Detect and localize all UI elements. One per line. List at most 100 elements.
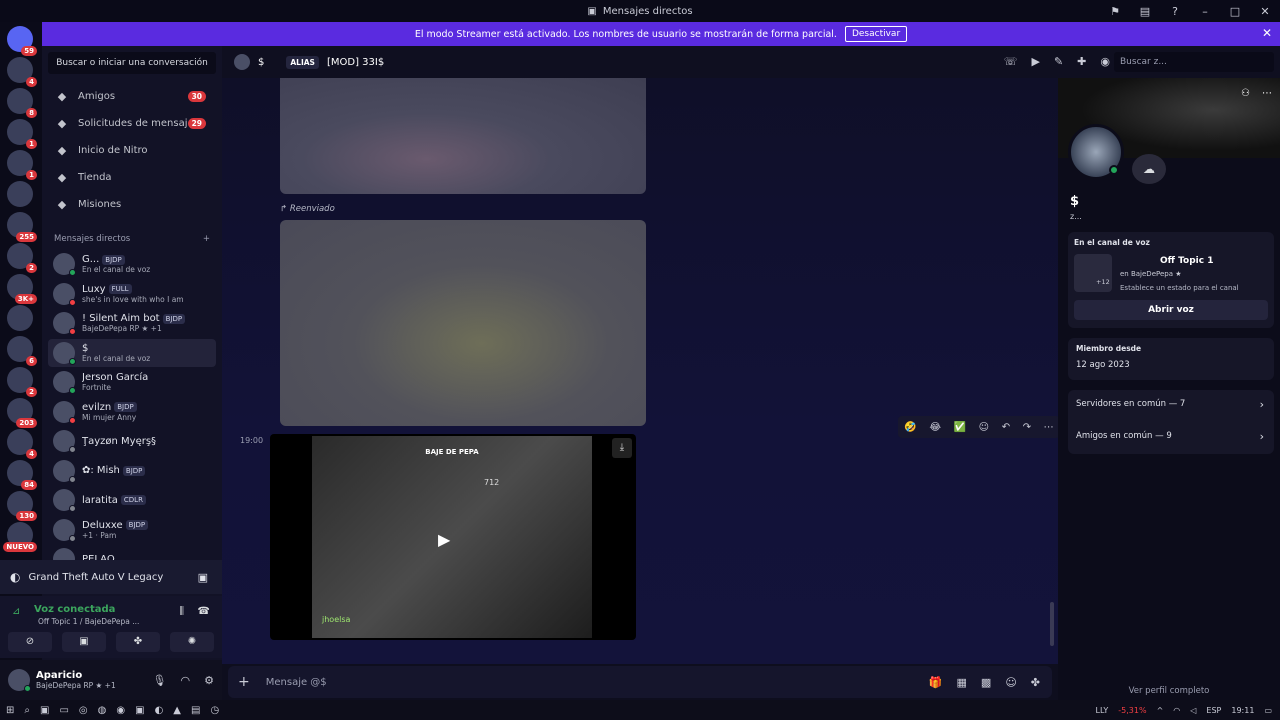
minimize-button[interactable]: – xyxy=(1190,5,1220,18)
server-icon[interactable]: 1 xyxy=(7,150,37,180)
dm-item[interactable]: Deluxxe BJDP +1 · Pam xyxy=(48,516,216,544)
video-attachment[interactable]: BAJE DE PEPA 712 ▶ jhoelsa ⤓ xyxy=(270,434,636,640)
noise-icon[interactable]: ⫼ xyxy=(179,606,184,617)
react-joy-icon[interactable]: 😂 xyxy=(929,422,941,433)
mic-icon[interactable]: 🎙 xyxy=(153,674,167,687)
screen-share-button[interactable]: ▣ xyxy=(62,632,106,652)
nav-item-inicio[interactable]: ◆ Inicio de Nitro xyxy=(48,138,216,162)
gif-icon[interactable]: ▦ xyxy=(957,676,967,689)
dm-item[interactable]: Luxy FULL she's in love with who I am xyxy=(48,280,216,308)
server-icon[interactable]: 2 xyxy=(7,243,37,273)
pin-icon[interactable]: ✎ xyxy=(1054,55,1063,68)
dm-item[interactable]: Ţayzøn Myęrş§ xyxy=(48,427,216,455)
emoji-icon[interactable]: ☺ xyxy=(1005,676,1016,689)
dm-item[interactable]: laratita CDLR xyxy=(48,486,216,514)
soundboard-button[interactable]: ✺ xyxy=(170,632,214,652)
add-friend-profile-icon[interactable]: ⚇ xyxy=(1241,88,1250,99)
add-reaction-icon[interactable]: ☺ xyxy=(979,422,989,433)
tray-chevron-icon[interactable]: ^ xyxy=(1157,706,1164,715)
notepad-icon[interactable]: ▤ xyxy=(191,705,200,716)
dm-item[interactable]: Jerson García Fortnite xyxy=(48,368,216,396)
user-avatar[interactable] xyxy=(8,669,31,692)
server-icon[interactable]: 2 xyxy=(7,367,37,397)
server-icon[interactable]: 1 xyxy=(7,119,37,149)
call-icon[interactable]: ☏ xyxy=(1004,55,1018,68)
header-search-input[interactable]: Buscar z... xyxy=(1114,52,1274,72)
server-icon[interactable] xyxy=(7,305,33,331)
forward-action-icon[interactable]: ↷ xyxy=(1023,422,1031,433)
voice-card-hint[interactable]: Establece un estado para el canal xyxy=(1120,284,1239,292)
game-activity[interactable]: ◐ Grand Theft Auto V Legacy ▣ xyxy=(0,560,222,594)
stream-icon[interactable]: ▣ xyxy=(198,571,208,584)
volume-icon[interactable]: ◁ xyxy=(1190,706,1196,715)
reply-icon[interactable]: ↶ xyxy=(1002,422,1010,433)
disconnect-icon[interactable]: ☎ xyxy=(198,606,210,617)
play-icon[interactable]: ▶ xyxy=(438,530,450,549)
flag-icon[interactable]: ⚑ xyxy=(1100,5,1130,18)
server-icon[interactable]: 4 xyxy=(7,57,37,87)
react-check-icon[interactable]: ✅ xyxy=(954,422,966,433)
steam-icon[interactable]: ◍ xyxy=(98,705,107,716)
video-call-icon[interactable]: ▶ xyxy=(1031,55,1039,68)
network-icon[interactable]: ◠ xyxy=(1173,706,1180,715)
headphones-icon[interactable]: ◠ xyxy=(181,674,191,687)
server-icon[interactable]: 84 xyxy=(7,460,37,490)
dm-item[interactable]: G... BJDP En el canal de voz xyxy=(48,250,216,278)
mutual-servers-link[interactable]: Servidores en común — 7 › xyxy=(1068,390,1274,418)
clock[interactable]: 19:11 xyxy=(1231,706,1254,715)
nav-item-amigos[interactable]: ◆ Amigos 30 xyxy=(48,84,216,108)
server-icon[interactable]: 4 xyxy=(7,429,37,459)
maximize-button[interactable]: □ xyxy=(1220,5,1250,18)
nav-item-solicitudes[interactable]: ◆ Solicitudes de mensaj... 29 xyxy=(48,111,216,135)
view-full-profile-link[interactable]: Ver perfil completo xyxy=(1058,686,1280,696)
blurred-image-1[interactable] xyxy=(280,78,646,194)
profile-toggle-icon[interactable]: ◉ xyxy=(1100,55,1110,68)
task-view-icon[interactable]: ▣ xyxy=(40,705,49,716)
windows-start-icon[interactable]: ⊞ xyxy=(6,705,14,716)
server-icon[interactable]: 130 xyxy=(7,491,37,521)
activities-button[interactable]: ✤ xyxy=(116,632,160,652)
profile-avatar[interactable] xyxy=(1068,124,1124,180)
more-icon[interactable]: ⋯ xyxy=(1044,422,1054,433)
settings-icon[interactable]: ⚙ xyxy=(204,674,214,687)
server-icon[interactable]: 6 xyxy=(7,336,37,366)
server-icon[interactable]: NUEVO xyxy=(3,522,37,552)
discord-taskbar-icon[interactable]: ▣ xyxy=(135,705,144,716)
composer-input[interactable]: Mensaje @$ xyxy=(266,677,327,688)
message-composer[interactable]: + Mensaje @$ 🎁 ▦ ▩ ☺ ✤ xyxy=(228,666,1052,698)
camera-off-button[interactable]: ⊘ xyxy=(8,632,52,652)
help-icon[interactable]: ? xyxy=(1160,5,1190,18)
whatsapp-icon[interactable]: ◎ xyxy=(79,705,88,716)
server-icon[interactable]: 203 xyxy=(7,398,37,428)
chrome-icon[interactable]: ◉ xyxy=(116,705,125,716)
download-icon[interactable]: ⤓ xyxy=(612,438,632,458)
search-icon[interactable]: ⌕ xyxy=(24,705,30,716)
voice-channel[interactable]: Off Topic 1 / BajeDePepa ... xyxy=(38,617,139,626)
language-indicator[interactable]: ESP xyxy=(1206,706,1221,715)
mutual-friends-link[interactable]: Amigos en común — 9 › xyxy=(1068,422,1274,450)
dm-item[interactable]: $ En el canal de voz xyxy=(48,338,216,367)
nav-item-misiones[interactable]: ◆ Misiones xyxy=(48,192,216,216)
server-icon[interactable] xyxy=(7,181,33,207)
add-friend-icon[interactable]: ✚ xyxy=(1077,55,1086,68)
gift-icon[interactable]: 🎁 xyxy=(929,676,943,689)
dm-item[interactable]: ✿: Mish BJDP xyxy=(48,457,216,485)
clock-app-icon[interactable]: ◷ xyxy=(210,705,219,716)
inbox-icon[interactable]: ▤ xyxy=(1130,5,1160,18)
explorer-icon[interactable]: ▭ xyxy=(59,705,68,716)
nav-item-tienda[interactable]: ◆ Tienda xyxy=(48,165,216,189)
server-icon[interactable]: 3K+ xyxy=(7,274,37,304)
server-icon[interactable]: 8 xyxy=(7,88,37,118)
server-icon[interactable]: 255 xyxy=(7,212,37,242)
dm-item[interactable]: evilzn BJDP Mi mujer Anny xyxy=(48,398,216,426)
apps-icon[interactable]: ✤ xyxy=(1031,676,1040,689)
dm-item[interactable]: ! Silent Aim bot BJDP BajeDePepa RP ★ +1 xyxy=(48,309,216,337)
close-button[interactable]: ✕ xyxy=(1250,5,1280,18)
sticker-icon[interactable]: ▩ xyxy=(981,676,991,689)
open-voice-button[interactable]: Abrir voz xyxy=(1074,300,1268,320)
blurred-image-2[interactable] xyxy=(280,220,646,426)
app-icon[interactable]: ▲ xyxy=(173,705,181,716)
close-banner-icon[interactable]: ✕ xyxy=(1262,26,1272,40)
attach-icon[interactable]: + xyxy=(238,674,250,690)
edge-icon[interactable]: ◐ xyxy=(155,705,164,716)
